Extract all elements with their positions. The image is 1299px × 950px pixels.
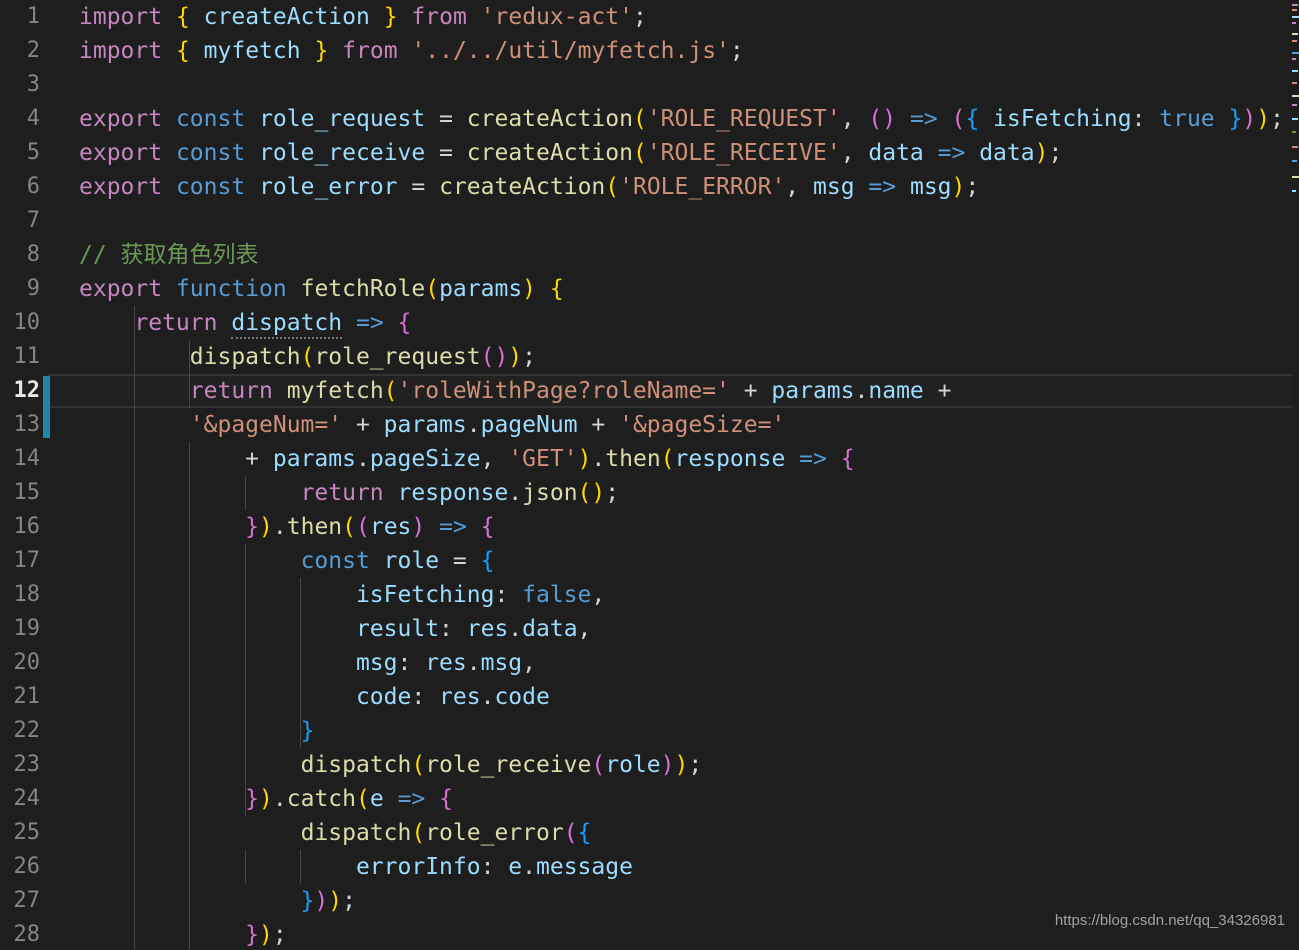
line-number: 10 <box>13 310 41 335</box>
line-number: 18 <box>13 582 41 607</box>
line-number: 20 <box>13 650 41 675</box>
code-line[interactable]: dispatch(role_error({ <box>48 816 592 850</box>
overview-mark <box>1292 146 1298 148</box>
code-line[interactable]: errorInfo: e.message <box>48 850 633 884</box>
line-number-active: 12 <box>13 378 41 403</box>
code-line-active[interactable]: return myfetch('roleWithPage?roleName=' … <box>48 374 952 408</box>
line-number: 26 <box>13 854 41 879</box>
overview-mark <box>1292 40 1297 42</box>
code-line[interactable]: export function fetchRole(params) { <box>48 272 564 306</box>
overview-mark <box>1292 190 1296 192</box>
line-number: 28 <box>13 922 41 947</box>
dispatch-identifier-hint: dispatch <box>231 310 343 339</box>
line-number: 15 <box>13 480 41 505</box>
code-line[interactable]: code: res.code <box>48 680 550 714</box>
line-number: 23 <box>13 752 41 777</box>
line-number: 25 <box>13 820 41 845</box>
overview-mark <box>1292 16 1299 18</box>
code-line[interactable]: isFetching: false, <box>48 578 605 612</box>
line-number: 8 <box>26 242 40 267</box>
code-line[interactable]: import { myfetch } from '../../util/myfe… <box>48 34 744 68</box>
code-line[interactable]: return response.json(); <box>48 476 620 510</box>
line-number: 24 <box>13 786 41 811</box>
watermark-url: https://blog.csdn.net/qq_34326981 <box>1054 912 1285 929</box>
code-line[interactable]: dispatch(role_receive(role)); <box>48 748 703 782</box>
comment-text: // 获取角色列表 <box>79 242 259 268</box>
line-number: 11 <box>13 344 41 369</box>
line-number: 5 <box>26 140 40 165</box>
code-line[interactable]: }).then((res) => { <box>48 510 494 544</box>
cursor-position-marker <box>43 376 50 438</box>
code-line[interactable]: export const role_request = createAction… <box>48 102 1284 136</box>
overview-mark <box>1292 82 1297 84</box>
code-line[interactable]: const role = { <box>48 544 495 578</box>
code-line[interactable]: + params.pageSize, 'GET').then(response … <box>48 442 854 476</box>
overview-mark <box>1292 95 1299 97</box>
overview-mark <box>1292 58 1296 60</box>
overview-mark <box>1292 70 1298 72</box>
overview-mark <box>1292 104 1297 106</box>
code-line[interactable]: }); <box>48 918 287 950</box>
line-number: 1 <box>26 4 40 29</box>
overview-mark <box>1292 160 1297 162</box>
line-number: 4 <box>26 106 40 131</box>
line-number: 2 <box>26 38 40 63</box>
overview-mark <box>1292 176 1299 178</box>
code-editor[interactable]: 1 2 3 4 5 6 7 8 9 10 11 12 13 14 15 16 1… <box>0 0 1299 950</box>
line-number: 27 <box>13 888 41 913</box>
overview-mark <box>1292 22 1296 24</box>
code-line[interactable] <box>48 68 79 102</box>
line-number: 21 <box>13 684 41 709</box>
overview-mark <box>1292 4 1298 6</box>
line-number: 16 <box>13 514 41 539</box>
code-line[interactable]: return dispatch => { <box>48 306 411 340</box>
code-line[interactable]: })); <box>48 884 356 918</box>
code-line[interactable]: export const role_error = createAction('… <box>48 170 979 204</box>
code-line[interactable]: dispatch(role_request()); <box>48 340 536 374</box>
line-number: 19 <box>13 616 41 641</box>
code-line[interactable]: import { createAction } from 'redux-act'… <box>48 0 647 34</box>
overview-ruler[interactable] <box>1292 0 1299 950</box>
overview-mark <box>1292 52 1299 54</box>
line-number: 22 <box>13 718 41 743</box>
code-line-comment[interactable]: // 获取角色列表 <box>48 238 259 272</box>
line-number: 6 <box>26 174 40 199</box>
overview-mark <box>1292 9 1297 11</box>
line-number: 14 <box>13 446 41 471</box>
line-number-gutter: 1 2 3 4 5 6 7 8 9 10 11 12 13 14 15 16 1… <box>0 0 48 950</box>
code-line[interactable]: export const role_receive = createAction… <box>48 136 1062 170</box>
code-line[interactable]: result: res.data, <box>48 612 591 646</box>
code-content[interactable]: import { createAction } from 'redux-act'… <box>48 0 1292 950</box>
code-line[interactable]: '&pageNum=' + params.pageNum + '&pageSiz… <box>48 408 785 442</box>
line-number: 17 <box>13 548 41 573</box>
code-line[interactable]: msg: res.msg, <box>48 646 536 680</box>
code-line[interactable]: } <box>48 714 315 748</box>
line-number: 7 <box>26 208 40 233</box>
line-number: 9 <box>26 276 40 301</box>
overview-mark <box>1292 118 1298 120</box>
line-number: 3 <box>26 72 40 97</box>
line-number: 13 <box>13 412 41 437</box>
code-line[interactable]: }).catch(e => { <box>48 782 453 816</box>
overview-mark <box>1292 33 1298 35</box>
code-line[interactable] <box>48 204 79 238</box>
overview-mark <box>1292 131 1296 133</box>
